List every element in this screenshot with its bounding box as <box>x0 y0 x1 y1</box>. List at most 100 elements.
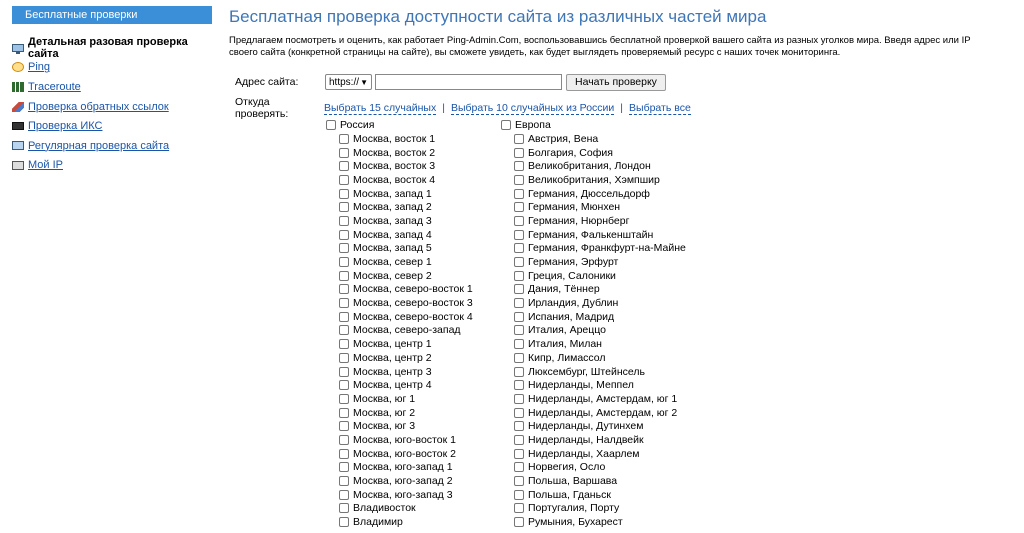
location-item[interactable]: Великобритания, Хэмпшир <box>501 173 686 187</box>
location-checkbox[interactable] <box>514 380 524 391</box>
sidebar-link-ping[interactable]: Ping <box>28 61 50 73</box>
location-item[interactable]: Москва, юго-запад 3 <box>326 488 473 502</box>
sidebar-link-my-ip[interactable]: Мой IP <box>28 159 63 171</box>
location-checkbox[interactable] <box>339 325 349 336</box>
location-checkbox[interactable] <box>514 421 524 432</box>
location-item[interactable]: Владивосток <box>326 502 473 516</box>
location-item[interactable]: Москва, центр 2 <box>326 351 473 365</box>
location-item[interactable]: Кипр, Лимассол <box>501 351 686 365</box>
location-item[interactable]: Москва, запад 2 <box>326 200 473 214</box>
location-checkbox[interactable] <box>514 311 524 322</box>
location-item[interactable]: Москва, восток 3 <box>326 159 473 173</box>
europe-group[interactable]: Европа <box>501 118 686 132</box>
location-checkbox[interactable] <box>514 352 524 363</box>
location-checkbox[interactable] <box>339 215 349 226</box>
location-checkbox[interactable] <box>339 421 349 432</box>
location-checkbox[interactable] <box>514 284 524 295</box>
location-checkbox[interactable] <box>514 270 524 281</box>
sidebar-link-iks[interactable]: Проверка ИКС <box>28 120 102 132</box>
location-item[interactable]: Германия, Дюссельдорф <box>501 187 686 201</box>
location-item[interactable]: Владимир <box>326 515 473 529</box>
location-checkbox[interactable] <box>514 257 524 268</box>
location-checkbox[interactable] <box>339 476 349 487</box>
location-item[interactable]: Нидерланды, Амстердам, юг 2 <box>501 406 686 420</box>
location-item[interactable]: Москва, север 1 <box>326 255 473 269</box>
location-checkbox[interactable] <box>339 229 349 240</box>
location-item[interactable]: Греция, Салоники <box>501 269 686 283</box>
sidebar-link-backlinks[interactable]: Проверка обратных ссылок <box>28 101 169 113</box>
location-item[interactable]: Испания, Мадрид <box>501 310 686 324</box>
location-checkbox[interactable] <box>339 188 349 199</box>
location-item[interactable]: Москва, центр 3 <box>326 365 473 379</box>
location-item[interactable]: Москва, запад 1 <box>326 187 473 201</box>
location-checkbox[interactable] <box>514 298 524 309</box>
location-checkbox[interactable] <box>339 489 349 500</box>
select-all-link[interactable]: Выбрать все <box>629 102 691 115</box>
location-item[interactable]: Москва, восток 2 <box>326 146 473 160</box>
location-item[interactable]: Москва, север 2 <box>326 269 473 283</box>
location-item[interactable]: Германия, Фалькенштайн <box>501 228 686 242</box>
select-15-random-link[interactable]: Выбрать 15 случайных <box>324 102 437 115</box>
location-item[interactable]: Люксембург, Штейнсель <box>501 365 686 379</box>
location-checkbox[interactable] <box>339 298 349 309</box>
location-item[interactable]: Австрия, Вена <box>501 132 686 146</box>
location-item[interactable]: Нидерланды, Хаарлем <box>501 447 686 461</box>
location-item[interactable]: Болгария, София <box>501 146 686 160</box>
location-checkbox[interactable] <box>514 393 524 404</box>
location-item[interactable]: Москва, юго-запад 2 <box>326 474 473 488</box>
location-item[interactable]: Москва, запад 5 <box>326 242 473 256</box>
sidebar-item-detailed-check[interactable]: Детальная разовая проверка сайта <box>12 36 212 60</box>
location-item[interactable]: Великобритания, Лондон <box>501 159 686 173</box>
location-item[interactable]: Москва, северо-восток 4 <box>326 310 473 324</box>
location-checkbox[interactable] <box>514 448 524 459</box>
location-item[interactable]: Румыния, Бухарест <box>501 515 686 529</box>
location-item[interactable]: Москва, запад 3 <box>326 214 473 228</box>
location-item[interactable]: Германия, Франкфурт-на-Майне <box>501 242 686 256</box>
location-checkbox[interactable] <box>339 352 349 363</box>
location-checkbox[interactable] <box>339 243 349 254</box>
location-checkbox[interactable] <box>339 380 349 391</box>
location-checkbox[interactable] <box>514 339 524 350</box>
location-checkbox[interactable] <box>339 133 349 144</box>
location-checkbox[interactable] <box>339 284 349 295</box>
location-item[interactable]: Москва, центр 4 <box>326 378 473 392</box>
location-item[interactable]: Польша, Варшава <box>501 474 686 488</box>
location-checkbox[interactable] <box>339 174 349 185</box>
location-checkbox[interactable] <box>514 243 524 254</box>
sidebar-link-regular-check[interactable]: Регулярная проверка сайта <box>28 140 169 152</box>
location-checkbox[interactable] <box>514 366 524 377</box>
location-checkbox[interactable] <box>339 202 349 213</box>
group-checkbox[interactable] <box>501 120 511 130</box>
location-item[interactable]: Португалия, Порту <box>501 502 686 516</box>
location-checkbox[interactable] <box>514 489 524 500</box>
url-input[interactable] <box>375 74 562 90</box>
location-item[interactable]: Нидерланды, Меппел <box>501 378 686 392</box>
location-item[interactable]: Москва, северо-восток 3 <box>326 296 473 310</box>
location-item[interactable]: Ирландия, Дублин <box>501 296 686 310</box>
location-item[interactable]: Германия, Эрфурт <box>501 255 686 269</box>
location-item[interactable]: Москва, юг 1 <box>326 392 473 406</box>
location-checkbox[interactable] <box>339 434 349 445</box>
location-checkbox[interactable] <box>339 462 349 473</box>
location-checkbox[interactable] <box>339 311 349 322</box>
location-checkbox[interactable] <box>339 503 349 514</box>
location-checkbox[interactable] <box>339 393 349 404</box>
location-checkbox[interactable] <box>514 174 524 185</box>
location-item[interactable]: Москва, юг 3 <box>326 419 473 433</box>
location-checkbox[interactable] <box>514 325 524 336</box>
location-checkbox[interactable] <box>339 339 349 350</box>
russia-group[interactable]: Россия <box>326 118 473 132</box>
location-checkbox[interactable] <box>514 215 524 226</box>
location-checkbox[interactable] <box>514 434 524 445</box>
location-checkbox[interactable] <box>514 476 524 487</box>
location-item[interactable]: Норвегия, Осло <box>501 461 686 475</box>
location-checkbox[interactable] <box>514 161 524 172</box>
location-checkbox[interactable] <box>514 462 524 473</box>
sidebar-link-traceroute[interactable]: Traceroute <box>28 81 81 93</box>
location-checkbox[interactable] <box>514 202 524 213</box>
location-item[interactable]: Италия, Ареццо <box>501 324 686 338</box>
location-item[interactable]: Дания, Тённер <box>501 283 686 297</box>
start-check-button[interactable]: Начать проверку <box>566 73 666 91</box>
location-checkbox[interactable] <box>514 229 524 240</box>
location-item[interactable]: Германия, Нюрнберг <box>501 214 686 228</box>
